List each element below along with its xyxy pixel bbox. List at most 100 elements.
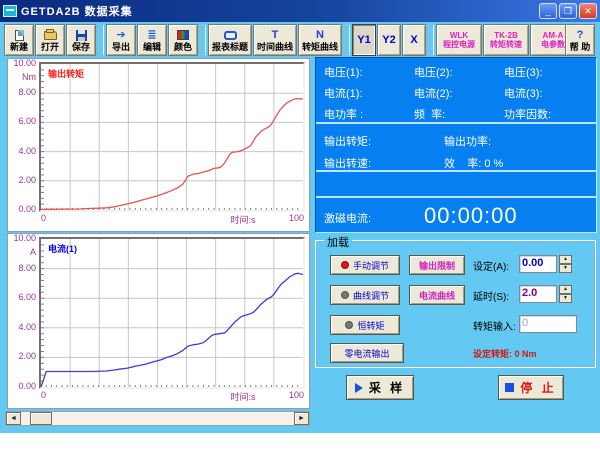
axis-y1-button[interactable]: Y1	[352, 24, 376, 56]
toolbar: 新建 打开 保存 ➔ 导出 ≣ 编辑 颜色 报表标题 T 时间曲	[0, 22, 600, 58]
tk2b-torque-speed-button[interactable]: TK-2B 转矩转速	[483, 24, 529, 56]
y-axis-unit: Nm	[8, 72, 36, 82]
current1-label: 电流(1):	[324, 85, 363, 101]
current-chart-panel: 电流(1) 10.00 8.00 6.00 4.00 2.00 0.00 A 0 时间:s 100	[7, 233, 310, 409]
y-tick-label: 0.00	[8, 204, 36, 214]
output-torque-label: 输出转矩:	[324, 133, 371, 149]
open-folder-icon	[44, 29, 57, 42]
title-bar: GETDA2B 数据采集 _ ❐ ✕	[0, 0, 600, 22]
plot-area	[39, 237, 305, 389]
torque-input-field[interactable]: 0	[519, 315, 577, 333]
app-window: GETDA2B 数据采集 _ ❐ ✕ 新建 打开 保存 ➔ 导出 ≣ 编辑	[0, 0, 600, 433]
spin-up-icon: ▲	[559, 255, 572, 264]
app-icon	[3, 5, 17, 17]
y-tick-label: 10.00	[8, 233, 36, 243]
y-tick-label: 8.00	[8, 263, 36, 273]
constant-torque-radio[interactable]: 恒转矩	[330, 315, 400, 335]
axis-y2-button[interactable]: Y2	[377, 24, 401, 56]
delay-input[interactable]: 2.0	[519, 285, 557, 303]
save-button[interactable]: 保存	[66, 24, 96, 56]
delay-stepper[interactable]: ▲▼	[559, 285, 572, 303]
plot-area	[39, 62, 305, 212]
play-icon	[355, 383, 363, 393]
spin-down-icon: ▼	[559, 294, 572, 303]
x-tick-label: 0	[41, 213, 46, 223]
torque-input-label: 转矩输入:	[473, 318, 516, 333]
toolbar-separator	[99, 25, 104, 55]
radio-selected-icon	[341, 261, 349, 269]
load-groupbox: 加载 手动调节 曲线调节 恒转矩 零电流输出 输出限制 电流曲线 设定(A): …	[315, 240, 596, 368]
set-current-input[interactable]: 0.00	[519, 255, 557, 273]
frequency-label: 频 率:	[414, 106, 445, 122]
wlk-power-button[interactable]: WLK 程控电源	[436, 24, 482, 56]
radio-unselected-icon	[345, 321, 353, 329]
report-frame-icon	[224, 29, 237, 42]
y-tick-label: 8.00	[8, 87, 36, 97]
y-tick-label: 6.00	[8, 292, 36, 302]
new-file-icon	[15, 29, 24, 42]
output-speed-label: 输出转速:	[324, 155, 371, 171]
excitation-current-label: 激磁电流:	[324, 210, 371, 226]
color-button[interactable]: 颜色	[168, 24, 198, 56]
curve-adjust-radio[interactable]: 曲线调节	[330, 285, 400, 305]
voltage2-label: 电压(2):	[414, 64, 453, 80]
set-current-stepper[interactable]: ▲▼	[559, 255, 572, 273]
radio-unselected-icon	[341, 291, 349, 299]
series-label: 电流(1)	[48, 242, 77, 255]
edit-lines-icon: ≣	[147, 29, 156, 42]
axis-x-button[interactable]: X	[402, 24, 426, 56]
x-tick-label: 100	[289, 213, 304, 223]
stop-button[interactable]: 停 止	[498, 375, 564, 400]
letter-t-icon: T	[272, 29, 279, 42]
spin-down-icon: ▼	[559, 264, 572, 273]
current3-label: 电流(3):	[504, 85, 543, 101]
scroll-right-icon[interactable]: ►	[294, 412, 309, 425]
new-button[interactable]: 新建	[4, 24, 34, 56]
power-label: 电功率 :	[324, 106, 363, 122]
horizontal-scrollbar[interactable]: ◄ ►	[5, 411, 310, 426]
y-axis-unit: A	[8, 247, 36, 257]
restore-icon[interactable]: ❐	[559, 3, 577, 19]
window-title: GETDA2B 数据采集	[21, 3, 133, 19]
y-tick-label: 2.00	[8, 175, 36, 185]
time-curve-button[interactable]: T 时间曲线	[253, 24, 297, 56]
voltage3-label: 电压(3):	[504, 64, 543, 80]
stop-icon	[505, 383, 514, 392]
minimize-icon[interactable]: _	[539, 3, 557, 19]
torque-curve-button[interactable]: N 转矩曲线	[298, 24, 342, 56]
x-tick-label: 0	[41, 390, 46, 400]
current-curve-button[interactable]: 电流曲线	[409, 285, 465, 305]
scrollbar-thumb[interactable]	[30, 412, 52, 425]
efficiency-label: 效 率: 0 %	[444, 155, 503, 171]
empty-section	[316, 174, 596, 198]
y-tick-label: 10.00	[8, 58, 36, 68]
load-groupbox-title: 加载	[324, 234, 352, 250]
help-icon: ?	[577, 29, 584, 42]
report-title-button[interactable]: 报表标题	[208, 24, 252, 56]
excitation-section: 激磁电流: 00:00:00	[316, 200, 596, 233]
open-button[interactable]: 打开	[35, 24, 65, 56]
export-arrow-icon: ➔	[116, 29, 125, 42]
sample-button[interactable]: 采 样	[346, 375, 414, 400]
x-axis-label: 时间:s	[231, 390, 256, 403]
x-tick-label: 100	[289, 390, 304, 400]
y-tick-label: 2.00	[8, 351, 36, 361]
set-current-label: 设定(A):	[473, 258, 509, 273]
delay-label: 延时(S):	[473, 288, 509, 303]
y-tick-label: 0.00	[8, 381, 36, 391]
edit-button[interactable]: ≣ 编辑	[137, 24, 167, 56]
set-torque-readout: 设定转矩: 0 Nm	[473, 347, 537, 360]
zero-current-output-button[interactable]: 零电流输出	[330, 343, 404, 363]
output-limit-button[interactable]: 输出限制	[409, 255, 465, 275]
toolbar-separator	[429, 25, 434, 55]
letter-n-icon: N	[316, 29, 324, 42]
series-label: 输出转矩	[48, 67, 84, 80]
torque-chart-panel: 输出转矩10.008.006.004.002.000.00Nm0时间:s100	[7, 58, 310, 232]
export-button[interactable]: ➔ 导出	[106, 24, 136, 56]
manual-adjust-radio[interactable]: 手动调节	[330, 255, 400, 275]
scroll-left-icon[interactable]: ◄	[6, 412, 21, 425]
close-icon[interactable]: ✕	[579, 3, 597, 19]
color-bars-icon	[177, 29, 189, 42]
help-button[interactable]: ? 帮 助	[565, 24, 595, 56]
y-tick-label: 4.00	[8, 322, 36, 332]
